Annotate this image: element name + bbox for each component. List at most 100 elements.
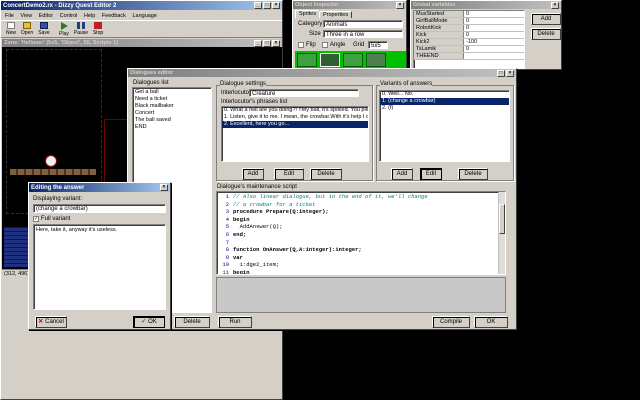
maximize-icon[interactable]: □ [263,2,271,9]
answers-listbox[interactable]: 0. Well... No. 1. (change a crowbar) 2. (f… [379,90,510,162]
global-variable-row[interactable]: MusStarted 0 [414,11,524,18]
run-button[interactable]: Run [218,316,252,328]
interlocutor-label: Interlocutor [221,90,252,96]
dialogues-editor-titlebar[interactable]: Dialogues editor □ × [128,69,516,77]
pause-button[interactable]: Pause [74,22,88,38]
global-variable-row[interactable]: THEEND [414,53,524,60]
global-variables-titlebar[interactable]: Global variables × [411,1,561,9]
script-scrollbar[interactable] [498,192,505,274]
phrase-add-button[interactable]: Add [242,168,264,180]
script-editor[interactable]: 1 // Also linear dialogue, but in the end… [216,191,506,275]
ok-button[interactable]: OK [474,316,508,328]
main-menu-bar: File View Editor Control Help Feedback L… [5,13,162,19]
stop-button[interactable]: Stop [91,22,105,38]
displaying-variant-field[interactable]: (change a crowbar) [33,204,166,213]
zone-close-icon[interactable]: × [272,39,280,47]
dialogue-list-item[interactable]: Concert [133,110,211,117]
tab-sprites[interactable]: Sprites [295,10,321,18]
answer-delete-button[interactable]: Delete [458,168,488,180]
phrase-edit-button[interactable]: Edit [274,168,304,180]
zone-maximize-icon[interactable]: □ [263,39,271,47]
global-variable-row[interactable]: GirlBallMode 0 [414,18,524,25]
answer-ok-button[interactable]: ✓ OK [133,316,165,328]
dialogue-list-item[interactable]: Get a ball [133,89,211,96]
full-variant-checkbox[interactable]: ✓ [33,216,39,222]
menu-help[interactable]: Help [84,13,95,19]
sprite-thumb-1[interactable] [297,53,317,67]
menu-language[interactable]: Language [132,13,156,19]
dialogues-editor-window: Dialogues editor □ × Dialogues list Get … [127,68,517,330]
editing-answer-close-icon[interactable]: × [160,184,168,191]
global-variable-value[interactable] [464,53,524,59]
dialogue-list-item[interactable]: The ball saved [133,117,211,124]
close-icon[interactable]: × [272,2,280,9]
save-button[interactable]: Save [37,22,51,38]
menu-feedback[interactable]: Feedback [102,13,126,19]
editing-answer-titlebar[interactable]: Editing the answer × [29,183,170,192]
answer-list-item[interactable]: 2. (f) [380,105,509,112]
size-select[interactable]: Three in a row [323,30,403,38]
phrases-listbox[interactable]: 0. What a hell are you doing?! !!My ball… [221,106,369,162]
sprite-thumb-2[interactable] [320,53,340,67]
line-number: 1 [225,193,229,200]
play-button[interactable]: Play [57,22,71,38]
global-delete-button[interactable]: Delete [531,28,561,40]
answer-add-button[interactable]: Add [391,168,413,180]
global-variable-row[interactable]: Kick 0 [414,32,524,39]
cancel-button[interactable]: ✕ Cancel [35,316,67,328]
menu-file[interactable]: File [5,13,14,19]
phrase-list-item[interactable]: 0. What a hell are you doing?! !!My ball… [222,107,368,114]
menu-control[interactable]: Control [60,13,78,19]
cancel-x-icon: ✕ [38,319,44,325]
global-variable-value[interactable]: 0 [464,46,524,52]
dialogue-list-item[interactable]: Black mailbaker [133,103,211,110]
zone-minimize-icon[interactable]: _ [254,39,262,47]
sprite-palette[interactable] [295,51,406,69]
global-variable-value[interactable]: -100 [464,39,524,45]
global-variables-close-icon[interactable]: × [551,1,559,9]
phrase-delete-button[interactable]: Delete [310,168,342,180]
grid-select[interactable]: 5x5 [368,41,388,49]
script-scroll-thumb[interactable] [499,204,505,234]
global-variable-value[interactable]: 0 [464,18,524,24]
global-variable-value[interactable]: 0 [464,25,524,31]
menu-editor[interactable]: Editor [39,13,53,19]
main-window-titlebar[interactable]: ConcertDemo2.rx - Dizzy Quest Editor 2 _… [1,1,282,10]
flip-checkbox[interactable] [298,42,304,48]
dialogue-delete-button[interactable]: Delete [174,316,210,328]
answer-edit-button[interactable]: Edit [420,168,442,180]
zone-titlebar[interactable]: Zone: 'Helloser' (5x5, 'Object', S5, Scr… [2,39,282,47]
dialogues-editor-close-icon[interactable]: × [506,69,514,77]
dialogues-editor-maximize-icon[interactable]: □ [497,69,505,77]
object-inspector-titlebar[interactable]: Object Inspector × [293,1,406,9]
object-inspector-close-icon[interactable]: × [396,1,404,9]
phrase-list-item[interactable]: 2. Excellent, here you go... [222,121,368,128]
sprite-thumb-3[interactable] [343,53,363,67]
global-variable-row[interactable]: TsLamik 0 [414,46,524,53]
line-text: procedure Prepare(Q:integer); [233,208,329,216]
open-button[interactable]: Open [20,22,34,38]
menu-view[interactable]: View [20,13,32,19]
global-variable-row[interactable]: Kick2 -100 [414,39,524,46]
dialogue-list-item[interactable]: Need a ticket [133,96,211,103]
displaying-variant-label: Displaying variant: [33,196,83,202]
interlocutor-field[interactable]: Creature [249,89,359,97]
sprite-thumb-4[interactable] [366,53,386,67]
dizzy-sprite-icon[interactable] [45,155,57,167]
compile-button[interactable]: Compile [432,316,470,328]
full-variant-textarea[interactable]: Here, take it, anyway it's useless. [33,224,166,310]
minimize-icon[interactable]: _ [254,2,262,9]
answer-list-item[interactable]: 1. (change a crowbar) [380,98,509,105]
global-variable-value[interactable]: 0 [464,32,524,38]
global-variable-value[interactable]: 0 [464,11,524,17]
category-select[interactable]: Animals [323,20,403,28]
angle-checkbox[interactable] [322,42,328,48]
tab-properties[interactable]: Properties [319,11,353,18]
new-button[interactable]: New [4,22,18,38]
answer-list-item[interactable]: 0. Well... No. [380,91,509,98]
dialogue-list-item[interactable]: END [133,124,211,131]
phrase-list-item[interactable]: 1. Listen, give it to me. I mean, the cr… [222,114,368,121]
global-add-button[interactable]: Add [531,13,561,25]
global-variable-row[interactable]: RobotKick 0 [414,25,524,32]
global-variables-grid[interactable]: MusStarted 0 GirlBallMode 0 RobotKick 0 Kick 0 K… [413,10,525,69]
